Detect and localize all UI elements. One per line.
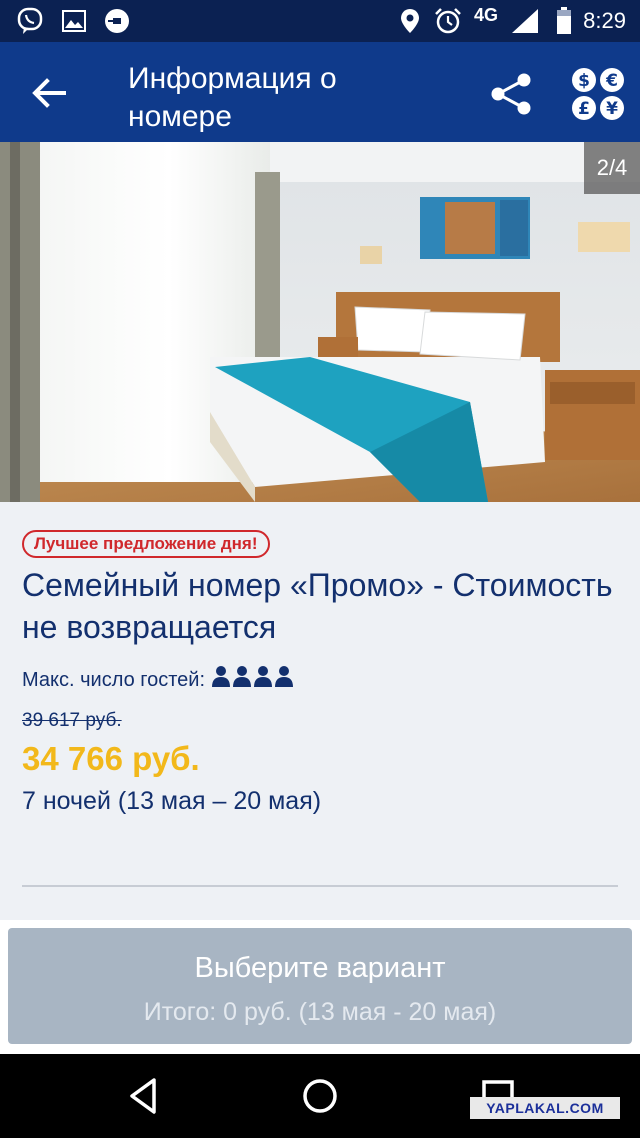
signal-icon — [510, 0, 540, 42]
room-details: Лучшее предложение дня! Семейный номер «… — [0, 502, 640, 920]
battery-icon — [556, 0, 572, 42]
select-variant-label: Выберите вариант — [194, 952, 446, 984]
svg-text:€: € — [605, 71, 618, 91]
status-time: 8:29 — [583, 8, 626, 33]
location-icon — [400, 0, 420, 42]
room-title: Семейный номер «Промо» - Стоимость не во… — [22, 567, 613, 645]
room-photo[interactable] — [0, 142, 640, 502]
guests-people-icon — [205, 665, 297, 695]
page-title: Информация о номере — [128, 62, 337, 133]
select-variant-button[interactable]: Выберите вариант Итого: 0 руб. (13 мая -… — [8, 928, 632, 1044]
watermark: YAPLAKAL.COM — [470, 1097, 620, 1119]
current-price: 34 766 руб. — [22, 740, 200, 777]
svg-text:£: £ — [578, 99, 590, 119]
gallery-counter: 2/4 — [584, 142, 640, 194]
stay-duration: 7 ночей (13 мая – 20 мая) — [22, 787, 322, 815]
nav-back-icon[interactable] — [122, 1074, 166, 1118]
total-summary: Итого: 0 руб. (13 мая - 20 мая) — [143, 998, 497, 1026]
svg-text:¥: ¥ — [606, 99, 618, 119]
viber-icon — [16, 0, 46, 42]
alarm-icon — [434, 0, 462, 42]
select-area: Выберите вариант Итого: 0 руб. (13 мая -… — [0, 920, 640, 1054]
navigation-bar — [0, 1054, 640, 1138]
old-price: 39 617 руб. — [22, 710, 122, 731]
divider — [22, 885, 618, 887]
max-guests-label: Макс. число гостей: — [22, 668, 206, 691]
app-bar: Информация о номере $ € £ ¥ — [0, 42, 640, 142]
max-guests: Макс. число гостей: — [22, 666, 297, 694]
network-type: 4G — [474, 4, 499, 25]
uber-icon — [104, 0, 130, 42]
best-offer-badge: Лучшее предложение дня! — [22, 530, 270, 558]
image-icon — [62, 0, 86, 42]
svg-text:$: $ — [578, 71, 590, 91]
nav-home-icon[interactable] — [298, 1074, 342, 1118]
share-icon[interactable] — [488, 70, 536, 118]
status-bar: 4G 8:29 — [0, 0, 640, 42]
currency-icon[interactable]: $ € £ ¥ — [570, 66, 626, 122]
arrow-left-icon[interactable] — [26, 70, 72, 116]
